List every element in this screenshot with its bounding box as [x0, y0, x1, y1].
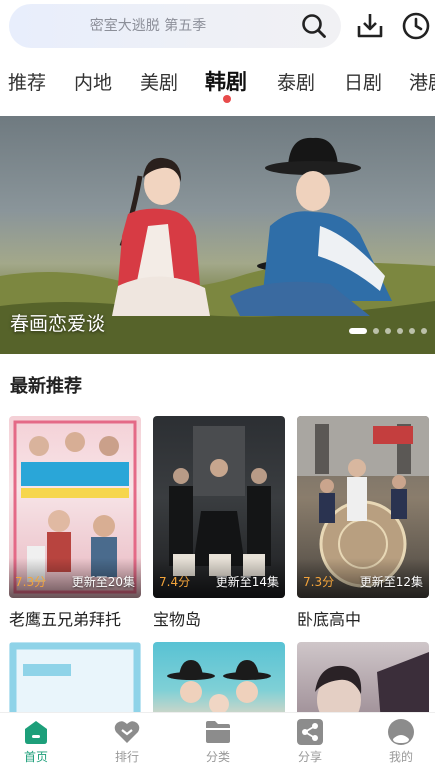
bottom-navigation: 首页 排行 分类 分享 我的	[0, 712, 435, 765]
drama-title[interactable]: 宝物岛	[153, 606, 285, 630]
carousel-dot[interactable]	[421, 328, 427, 334]
drama-poster[interactable]: 7.4分 更新至14集	[153, 416, 285, 598]
tab-japanese-drama[interactable]: 日剧	[344, 68, 382, 95]
active-tab-indicator	[223, 95, 231, 103]
banner-title: 春画恋爱谈	[10, 313, 106, 335]
carousel-dot[interactable]	[397, 328, 403, 334]
profile-icon	[388, 719, 414, 745]
nav-ranking[interactable]: 排行	[97, 719, 157, 765]
header: 密室大逃脱 第五季	[0, 0, 435, 56]
nav-label: 分享	[297, 750, 322, 764]
rating-badge: 7.3分	[303, 575, 335, 589]
tab-hk-drama[interactable]: 港剧	[409, 68, 435, 95]
nav-label: 排行	[114, 750, 139, 764]
rating-badge: 7.4分	[159, 575, 191, 589]
tab-korean-drama[interactable]: 韩剧	[205, 66, 247, 96]
rank-heart-icon	[114, 721, 140, 743]
drama-card[interactable]: 7.4分 更新至14集 宝物岛	[153, 416, 285, 630]
drama-card[interactable]: 7.3分 更新至12集 卧底高中	[297, 416, 429, 630]
episode-status: 更新至14集	[215, 575, 279, 589]
download-icon[interactable]	[355, 11, 385, 41]
drama-poster[interactable]: 7.3分 更新至12集	[297, 416, 429, 598]
drama-card[interactable]: 7.3分 更新至20集 老鹰五兄弟拜托	[9, 416, 141, 630]
tab-recommend[interactable]: 推荐	[8, 68, 46, 95]
carousel-indicator	[343, 328, 427, 334]
carousel-dot[interactable]	[409, 328, 415, 334]
drama-poster[interactable]: 7.3分 更新至20集	[9, 416, 141, 598]
episode-status: 更新至12集	[359, 575, 423, 589]
carousel-dot-active[interactable]	[349, 328, 367, 334]
rating-badge: 7.3分	[15, 575, 47, 589]
tab-us-drama[interactable]: 美剧	[140, 68, 178, 95]
folder-icon	[206, 721, 230, 743]
nav-label: 分类	[205, 750, 230, 764]
drama-poster[interactable]	[9, 642, 141, 722]
nav-label: 首页	[23, 750, 48, 764]
nav-profile[interactable]: 我的	[371, 719, 431, 765]
poster-artwork	[167, 660, 271, 714]
tab-thai-drama[interactable]: 泰剧	[277, 68, 315, 95]
nav-category[interactable]: 分类	[188, 719, 248, 765]
history-clock-icon[interactable]	[401, 11, 431, 41]
share-icon	[297, 719, 323, 745]
search-icon[interactable]	[301, 13, 327, 39]
drama-title[interactable]: 卧底高中	[297, 606, 429, 630]
tab-mainland[interactable]: 内地	[74, 68, 112, 95]
nav-share[interactable]: 分享	[280, 719, 340, 765]
category-tabs: 推荐 内地 美剧 韩剧 泰剧 日剧 港剧	[0, 60, 435, 108]
drama-poster[interactable]	[297, 642, 429, 722]
poster-artwork	[9, 642, 141, 722]
poster-artwork	[315, 652, 429, 722]
drama-title[interactable]: 老鹰五兄弟拜托	[9, 606, 141, 630]
hero-banner[interactable]: 春画恋爱谈	[0, 116, 435, 354]
search-bar[interactable]: 密室大逃脱 第五季	[9, 4, 341, 48]
drama-poster[interactable]	[153, 642, 285, 722]
home-icon	[25, 721, 47, 744]
carousel-dot[interactable]	[385, 328, 391, 334]
carousel-dot[interactable]	[373, 328, 379, 334]
section-title: 最新推荐	[10, 376, 82, 397]
episode-status: 更新至20集	[71, 575, 135, 589]
search-input[interactable]: 密室大逃脱 第五季	[9, 4, 287, 48]
nav-home[interactable]: 首页	[6, 719, 66, 765]
nav-label: 我的	[388, 750, 413, 764]
